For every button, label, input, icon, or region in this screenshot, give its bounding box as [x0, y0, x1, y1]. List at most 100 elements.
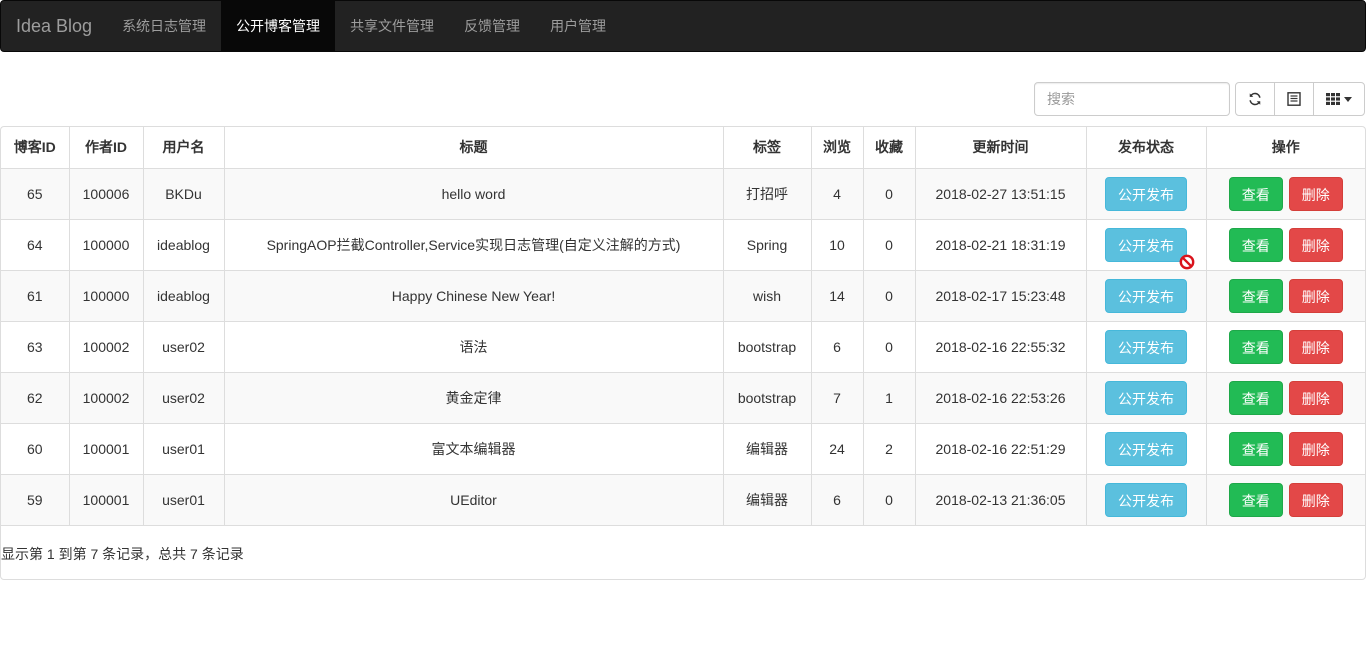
publish-button[interactable]: 公开发布 — [1105, 380, 1187, 415]
nav-item-system-logs[interactable]: 系统日志管理 — [107, 1, 221, 51]
cell-blog-id: 62 — [1, 371, 70, 424]
table-row[interactable]: 60 100001 user01 富文本编辑器 编辑器 24 2 2018-02… — [1, 422, 1365, 475]
cell-title: 黄金定律 — [223, 371, 724, 424]
delete-button[interactable]: 删除 — [1288, 176, 1343, 211]
view-button[interactable]: 查看 — [1228, 482, 1283, 517]
cell-title: Happy Chinese New Year! — [223, 269, 724, 322]
cell-updated: 2018-02-13 21:36:05 — [914, 473, 1087, 526]
publish-button[interactable]: 公开发布 — [1105, 482, 1187, 517]
cell-actions: 查看 删除 — [1205, 320, 1365, 373]
header-tag[interactable]: 标签 — [722, 127, 812, 169]
cell-actions: 查看 删除 — [1205, 218, 1365, 271]
header-blog-id[interactable]: 博客ID — [1, 127, 70, 169]
search-input[interactable] — [1034, 82, 1230, 116]
header-views[interactable]: 浏览 — [810, 127, 864, 169]
cell-publish-status: 公开发布 — [1085, 218, 1207, 271]
delete-button[interactable]: 删除 — [1288, 482, 1343, 517]
view-button[interactable]: 查看 — [1228, 176, 1283, 211]
cell-actions: 查看 删除 — [1205, 422, 1365, 475]
view-button[interactable]: 查看 — [1228, 278, 1283, 313]
table-row[interactable]: 63 100002 user02 语法 bootstrap 6 0 2018-0… — [1, 320, 1365, 373]
cell-author-id: 100002 — [68, 320, 144, 373]
cell-views: 7 — [810, 371, 864, 424]
publish-button[interactable]: 公开发布 — [1105, 176, 1187, 211]
cell-views: 6 — [810, 473, 864, 526]
cell-username: user01 — [142, 473, 225, 526]
refresh-button[interactable] — [1235, 82, 1275, 116]
header-username[interactable]: 用户名 — [142, 127, 225, 169]
cell-author-id: 100001 — [68, 473, 144, 526]
toolbar-button-group — [1235, 82, 1365, 116]
cell-username: user01 — [142, 422, 225, 475]
delete-button[interactable]: 删除 — [1288, 431, 1343, 466]
cell-actions: 查看 删除 — [1205, 473, 1365, 526]
cell-publish-status: 公开发布 — [1085, 473, 1207, 526]
publish-button[interactable]: 公开发布 — [1105, 278, 1187, 313]
toggle-view-button[interactable] — [1274, 82, 1314, 116]
delete-button[interactable]: 删除 — [1288, 380, 1343, 415]
cell-updated: 2018-02-16 22:55:32 — [914, 320, 1087, 373]
table-toolbar — [1034, 82, 1365, 116]
cell-author-id: 100000 — [68, 269, 144, 322]
view-button[interactable]: 查看 — [1228, 431, 1283, 466]
brand-logo[interactable]: Idea Blog — [1, 1, 107, 51]
table-row[interactable]: 62 100002 user02 黄金定律 bootstrap 7 1 2018… — [1, 371, 1365, 424]
delete-button[interactable]: 删除 — [1288, 278, 1343, 313]
cell-views: 14 — [810, 269, 864, 322]
view-button[interactable]: 查看 — [1228, 329, 1283, 364]
columns-dropdown-button[interactable] — [1313, 82, 1365, 116]
delete-button[interactable]: 删除 — [1288, 227, 1343, 262]
publish-button[interactable]: 公开发布 — [1105, 431, 1187, 466]
header-title[interactable]: 标题 — [223, 127, 724, 169]
table-header-row: 博客ID 作者ID 用户名 标题 标签 浏览 收藏 更新时间 发布状态 操作 — [1, 127, 1365, 169]
pagination-info: 显示第 1 到第 7 条记录，总共 7 条记录 — [1, 546, 244, 562]
header-updated[interactable]: 更新时间 — [914, 127, 1087, 169]
cell-views: 4 — [810, 167, 864, 220]
header-author-id[interactable]: 作者ID — [68, 127, 144, 169]
top-navbar: Idea Blog 系统日志管理 公开博客管理 共享文件管理 反馈管理 用户管理 — [0, 0, 1366, 52]
cell-views: 6 — [810, 320, 864, 373]
cell-updated: 2018-02-21 18:31:19 — [914, 218, 1087, 271]
cell-updated: 2018-02-27 13:51:15 — [914, 167, 1087, 220]
table-row[interactable]: 64 100000 ideablog SpringAOP拦截Controller… — [1, 218, 1365, 271]
cell-favorites: 2 — [862, 422, 916, 475]
cell-favorites: 0 — [862, 218, 916, 271]
cell-username: ideablog — [142, 269, 225, 322]
table-row[interactable]: 61 100000 ideablog Happy Chinese New Yea… — [1, 269, 1365, 322]
cell-favorites: 0 — [862, 167, 916, 220]
table-row[interactable]: 65 100006 BKDu hello word 打招呼 4 0 2018-0… — [1, 167, 1365, 220]
publish-button[interactable]: 公开发布 — [1105, 227, 1195, 269]
header-publish-status[interactable]: 发布状态 — [1085, 127, 1207, 169]
cell-actions: 查看 删除 — [1205, 269, 1365, 322]
header-favorites[interactable]: 收藏 — [862, 127, 916, 169]
columns-grid-icon — [1326, 93, 1340, 105]
view-button[interactable]: 查看 — [1228, 380, 1283, 415]
list-view-icon — [1287, 92, 1301, 106]
cell-updated: 2018-02-16 22:51:29 — [914, 422, 1087, 475]
table-row[interactable]: 59 100001 user01 UEditor 编辑器 6 0 2018-02… — [1, 473, 1365, 526]
cell-title: UEditor — [223, 473, 724, 526]
cell-tag: bootstrap — [722, 371, 812, 424]
blog-table: 博客ID 作者ID 用户名 标题 标签 浏览 收藏 更新时间 发布状态 操作 6… — [1, 127, 1365, 526]
cell-updated: 2018-02-16 22:53:26 — [914, 371, 1087, 424]
cell-author-id: 100002 — [68, 371, 144, 424]
nav-item-feedback[interactable]: 反馈管理 — [449, 1, 535, 51]
cell-author-id: 100006 — [68, 167, 144, 220]
cell-publish-status: 公开发布 — [1085, 167, 1207, 220]
nav-item-shared-files[interactable]: 共享文件管理 — [335, 1, 449, 51]
nav-item-public-blogs[interactable]: 公开博客管理 — [221, 1, 336, 51]
cell-favorites: 0 — [862, 473, 916, 526]
cell-publish-status: 公开发布 — [1085, 320, 1207, 373]
cell-actions: 查看 删除 — [1205, 167, 1365, 220]
cell-title: 富文本编辑器 — [223, 422, 724, 475]
cell-blog-id: 64 — [1, 218, 70, 271]
table-body: 65 100006 BKDu hello word 打招呼 4 0 2018-0… — [1, 167, 1365, 526]
cell-author-id: 100001 — [68, 422, 144, 475]
view-button[interactable]: 查看 — [1228, 227, 1283, 262]
cell-title: hello word — [223, 167, 724, 220]
cell-publish-status: 公开发布 — [1085, 371, 1207, 424]
cell-tag: bootstrap — [722, 320, 812, 373]
delete-button[interactable]: 删除 — [1288, 329, 1343, 364]
publish-button[interactable]: 公开发布 — [1105, 329, 1187, 364]
nav-item-users[interactable]: 用户管理 — [535, 1, 621, 51]
